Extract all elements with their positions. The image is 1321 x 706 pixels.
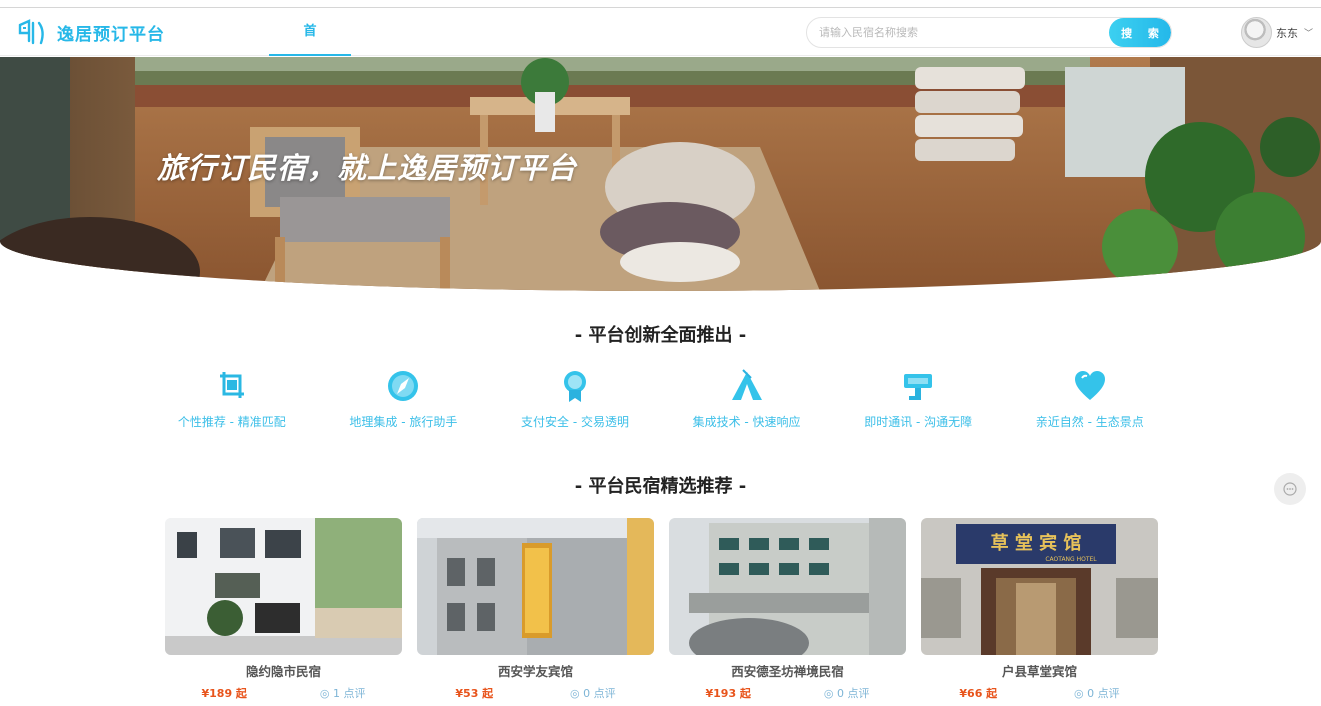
hotel-sign-subtext: CAOTANG HOTEL bbox=[1045, 556, 1097, 563]
homestay-price: ¥189 起 bbox=[201, 687, 247, 700]
homestay-photo[interactable] bbox=[669, 518, 906, 655]
chat-float-button[interactable] bbox=[1274, 473, 1306, 505]
crop-icon bbox=[219, 372, 244, 398]
feature-label: 支付安全 - 交易透明 bbox=[521, 415, 629, 429]
feature-label: 地理集成 - 旅行助手 bbox=[349, 415, 458, 429]
paint-roller-icon bbox=[904, 374, 933, 400]
comment-icon: ◎ bbox=[1073, 687, 1088, 700]
homestay-card-list: 隐约隐市民宿 ¥189 起 ◎ 1 点评 西安学友宾馆 ¥53 起 ◎ 0 点评… bbox=[165, 518, 1158, 701]
homestay-name[interactable]: 隐约隐市民宿 bbox=[165, 661, 402, 680]
feature-item: 集成技术 - 快速响应 bbox=[661, 366, 833, 430]
nav-tab-home[interactable]: 首页 bbox=[269, 8, 351, 87]
homestay-name[interactable]: 西安学友宾馆 bbox=[417, 661, 654, 680]
feature-label: 即时通讯 - 沟通无障 bbox=[864, 415, 973, 429]
comment-icon: ◎ bbox=[823, 687, 838, 700]
homestay-card[interactable]: 西安德圣坊禅境民宿 ¥193 起 ◎ 0 点评 bbox=[669, 518, 906, 701]
homestay-price: ¥53 起 bbox=[455, 687, 494, 700]
brand-logo[interactable]: 逸居预订平台 bbox=[17, 19, 165, 45]
recommend-section-title: - 平台民宿精选推荐 - bbox=[574, 476, 747, 497]
feature-label: 个性推荐 - 精准匹配 bbox=[177, 415, 286, 429]
homestay-photo[interactable]: 草 堂 宾 馆 CAOTANG HOTEL bbox=[921, 518, 1158, 655]
medal-icon bbox=[563, 371, 586, 402]
review-count: ◎ 1 点评 bbox=[320, 685, 366, 701]
hero-banner: 旅行订民宿，就上逸居预订平台 bbox=[0, 57, 1321, 291]
review-count: ◎ 0 点评 bbox=[1074, 685, 1120, 701]
top-navbar: 逸居预订平台 首页 搜 索 东东 ﹀ bbox=[0, 8, 1321, 87]
search-button[interactable]: 搜 索 bbox=[1109, 18, 1171, 47]
compass-icon bbox=[388, 371, 419, 401]
search-bar: 搜 索 bbox=[806, 17, 1172, 48]
homestay-photo[interactable] bbox=[165, 518, 402, 655]
homestay-price: ¥66 起 bbox=[959, 687, 998, 700]
feature-item: 亲近自然 - 生态景点 bbox=[1004, 366, 1176, 430]
review-count-text: 0 点评 bbox=[1087, 687, 1120, 700]
chair-logo-icon bbox=[18, 19, 44, 45]
homestay-name[interactable]: 西安德圣坊禅境民宿 bbox=[669, 661, 906, 680]
comment-icon: ◎ bbox=[319, 687, 334, 700]
feature-list: 个性推荐 - 精准匹配 地理集成 - 旅行助手 支付安全 - 交易透明 集成技术… bbox=[146, 366, 1176, 430]
heart-icon bbox=[1074, 371, 1105, 400]
review-count: ◎ 0 点评 bbox=[570, 685, 616, 701]
feature-label: 集成技术 - 快速响应 bbox=[692, 415, 801, 429]
homestay-card[interactable]: 草 堂 宾 馆 CAOTANG HOTEL 户县草堂宾馆 ¥66 起 ◎ 0 点… bbox=[921, 518, 1158, 701]
username[interactable]: 东东 bbox=[1276, 25, 1298, 41]
homestay-photo[interactable] bbox=[417, 518, 654, 655]
brand-name: 逸居预订平台 bbox=[57, 24, 165, 45]
hotel-sign-text: 草 堂 宾 馆 bbox=[991, 532, 1082, 554]
review-count-text: 1 点评 bbox=[333, 687, 366, 700]
features-section-title: - 平台创新全面推出 - bbox=[574, 325, 747, 346]
search-input[interactable] bbox=[807, 18, 1107, 47]
feature-item: 支付安全 - 交易透明 bbox=[489, 366, 661, 430]
chat-icon bbox=[1283, 482, 1297, 496]
chevron-down-icon[interactable]: ﹀ bbox=[1304, 26, 1313, 39]
banner-slogan: 旅行订民宿，就上逸居预订平台 bbox=[157, 151, 578, 185]
review-count-text: 0 点评 bbox=[837, 687, 870, 700]
tent-icon bbox=[731, 369, 762, 400]
homestay-price: ¥193 起 bbox=[705, 687, 751, 700]
homestay-name[interactable]: 户县草堂宾馆 bbox=[921, 661, 1158, 680]
user-menu[interactable]: 东东 ﹀ bbox=[1241, 17, 1313, 48]
review-count: ◎ 0 点评 bbox=[824, 685, 870, 701]
feature-item: 地理集成 - 旅行助手 bbox=[318, 366, 490, 430]
feature-item: 个性推荐 - 精准匹配 bbox=[146, 366, 318, 430]
comment-icon: ◎ bbox=[569, 687, 584, 700]
feature-label: 亲近自然 - 生态景点 bbox=[1035, 415, 1144, 429]
homestay-card[interactable]: 隐约隐市民宿 ¥189 起 ◎ 1 点评 bbox=[165, 518, 402, 701]
homestay-card[interactable]: 西安学友宾馆 ¥53 起 ◎ 0 点评 bbox=[417, 518, 654, 701]
avatar[interactable] bbox=[1241, 17, 1272, 48]
review-count-text: 0 点评 bbox=[583, 687, 616, 700]
feature-item: 即时通讯 - 沟通无障 bbox=[832, 366, 1004, 430]
